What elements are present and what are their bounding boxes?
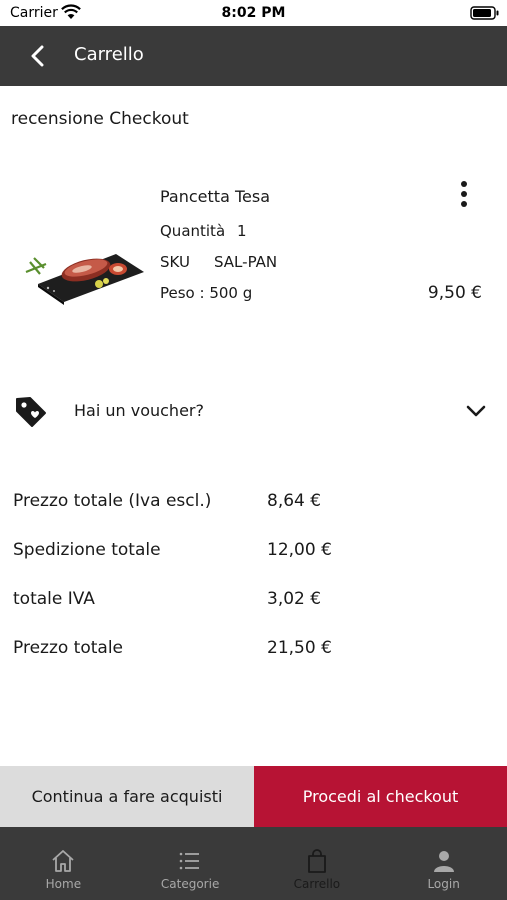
totals-label: Prezzo totale (Iva escl.) [13,491,212,511]
tab-label: Carrello [293,877,341,891]
status-time: 8:02 PM [221,5,286,21]
product-image [25,254,144,305]
tab-label: Categorie [160,877,220,891]
page-title: Carrello [74,44,144,65]
tab-home[interactable]: Home [0,827,127,900]
totals-row-vat: totale IVA 3,02 € [13,589,493,613]
app-header: Carrello [0,26,507,86]
product-sku: SKU SAL-PAN [160,253,277,271]
product-weight: Peso : 500 g [160,284,252,302]
sku-label: SKU [160,253,190,271]
user-icon [433,851,454,872]
tab-carrello[interactable]: Carrello [254,827,381,900]
tag-icon [16,397,46,427]
voucher-toggle[interactable]: Hai un voucher? [0,384,507,438]
bottom-tab-bar: Home Categorie Carrello Login [0,827,507,900]
tab-categorie[interactable]: Categorie [127,827,254,900]
totals-label: Spedizione totale [13,540,161,560]
list-icon [179,852,200,870]
tab-label: Login [427,877,460,891]
totals-label: totale IVA [13,589,95,609]
product-quantity: Quantità 1 [160,222,247,240]
quantity-value: 1 [237,222,247,240]
totals-row-net: Prezzo totale (Iva escl.) 8,64 € [13,491,493,515]
sku-value: SAL-PAN [214,253,278,271]
totals-value: 3,02 € [267,589,322,609]
product-name: Pancetta Tesa [160,187,270,206]
tab-login[interactable]: Login [380,827,507,900]
status-bar: Carrier 8:02 PM [0,0,507,26]
product-price: 9,50 € [427,283,482,303]
tab-label: Home [45,877,82,891]
chevron-left-icon [31,45,44,67]
proceed-checkout-button[interactable]: Procedi al checkout [254,766,507,827]
totals-row-grand-total: Prezzo totale 21,50 € [13,638,493,662]
voucher-label: Hai un voucher? [74,401,204,420]
totals-row-shipping: Spedizione totale 12,00 € [13,540,493,564]
continue-shopping-button[interactable]: Continua a fare acquisti [0,766,254,827]
totals-value: 8,64 € [267,491,322,511]
weight-text: Peso : 500 g [160,284,253,302]
battery-icon [470,6,499,20]
more-vertical-icon[interactable] [450,178,478,210]
totals-value: 12,00 € [267,540,332,560]
totals-value: 21,50 € [267,638,332,658]
shopping-bag-icon [307,849,326,873]
back-button[interactable] [22,40,54,72]
quantity-label: Quantità [160,222,226,240]
checkout-section-title: recensione Checkout [11,109,189,129]
chevron-down-icon [466,405,486,417]
totals-label: Prezzo totale [13,638,124,658]
home-icon [52,850,74,872]
